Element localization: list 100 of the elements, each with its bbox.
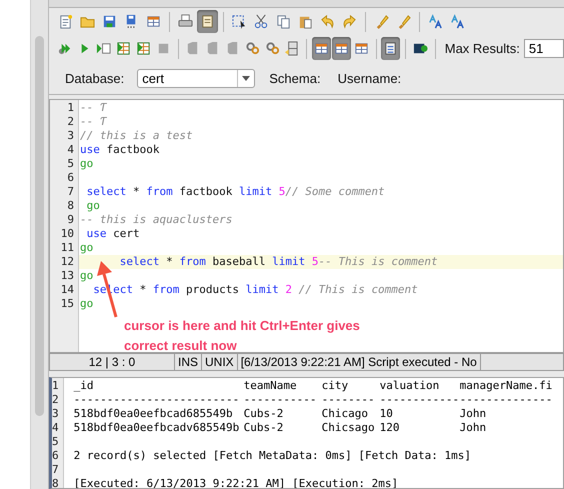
cabinet-icon (284, 41, 300, 56)
toolbar-button[interactable] (197, 10, 218, 33)
code-token: 5 (278, 185, 286, 198)
result-cell-text: -------------- (460, 393, 554, 407)
code-token: * (132, 185, 141, 198)
line-number: 4 (66, 143, 75, 157)
username-label: Username: (338, 70, 402, 86)
redo-icon (342, 14, 357, 29)
line-number: 6 (52, 449, 60, 463)
cursor-position: 12 | 3 : 0 (50, 354, 175, 370)
line-number: 15 (60, 297, 75, 311)
line-number: 10 (60, 227, 75, 241)
result-cell-text: 10 (380, 407, 394, 421)
line-number: 5 (52, 435, 60, 449)
run-file-icon (96, 41, 112, 56)
font-icon (450, 14, 465, 29)
code-token: from (152, 283, 180, 296)
result-cell-text: John (460, 421, 488, 435)
line-number: 12 (60, 255, 75, 269)
code-token: cert (112, 227, 140, 240)
code-token: limit (246, 283, 279, 296)
code-token: factbook (178, 185, 234, 198)
result-cell-text: valuation (380, 379, 440, 393)
brush-icon (374, 14, 389, 29)
code-token: limit (238, 185, 272, 198)
run-all-icon (56, 41, 72, 56)
brush-icon (396, 14, 411, 29)
scissors-icon (254, 14, 269, 29)
code-token: limit (272, 255, 306, 268)
table-icon (146, 14, 161, 29)
result-cell-text: 120 (380, 421, 400, 435)
code-token: select (86, 185, 126, 198)
line-number: 13 (60, 269, 75, 283)
result-cell-text: teamName (244, 379, 298, 393)
table-icon (334, 41, 349, 56)
document-icon (200, 14, 215, 29)
printer-icon (178, 14, 193, 29)
line-number: 2 (66, 115, 75, 129)
line-number: 8 (52, 477, 60, 488)
database-dropdown[interactable]: cert (137, 68, 256, 88)
code-token: -- Ƭ (80, 115, 106, 128)
result-cell-text: -------- (322, 393, 376, 407)
result-cell: ------------ (380, 393, 460, 407)
line-number: 6 (66, 171, 75, 185)
line-number: 2 (52, 393, 60, 407)
copy-icon (276, 14, 291, 29)
code-token: // Some comment (285, 185, 385, 198)
code-editor[interactable] (49, 99, 564, 353)
result-cell-text: ----------- (244, 393, 318, 407)
grid-icon (136, 41, 152, 56)
toolbar-button[interactable] (332, 37, 351, 60)
database-label: Database: (65, 70, 124, 86)
result-cell-text: 518bdf0ea0eefbcadv685549b (74, 421, 240, 435)
code-token: from (146, 185, 173, 198)
schema-label: Schema: (269, 70, 321, 86)
code-token: baseball (211, 255, 266, 268)
code-token: use (80, 143, 100, 156)
result-cell-text: ------------------------- (74, 393, 240, 407)
toolbar-button[interactable] (312, 37, 331, 60)
result-cell-text: Chicsago (322, 421, 376, 435)
code-token: // This is comment (298, 283, 418, 296)
gears-icon (244, 41, 260, 56)
line-number: 3 (66, 129, 75, 143)
line-number: 7 (52, 463, 60, 477)
code-token: go (80, 269, 94, 282)
line-number: 4 (52, 421, 60, 435)
caret-icon (242, 76, 250, 80)
line-number: 1 (66, 101, 75, 115)
code-token: -- this is aquaclusters (80, 213, 232, 226)
code-token: // this is a test (80, 129, 193, 142)
code-token: go (80, 297, 94, 310)
save-icon (102, 14, 117, 29)
annotation-text: cursor is here and hit Ctrl+Enter gives (124, 317, 360, 335)
status-message: [6/13/2013 9:22:21 AM] Script executed - No (238, 354, 481, 370)
line-number: 14 (60, 283, 75, 297)
code-token: -- This is comment (318, 255, 438, 268)
gears-icon (264, 41, 280, 56)
result-cell-text: Chicago (322, 407, 369, 421)
line-number: 9 (66, 213, 75, 227)
code-token: 5 (310, 255, 318, 268)
line-number: 1 (52, 379, 60, 393)
code-token: from (179, 255, 206, 268)
max-results-field[interactable]: 51 (524, 39, 564, 58)
result-cell-text: Cubs-2 (244, 421, 284, 435)
result-cell-text: Cubs-2 (244, 407, 284, 421)
code-token: -- Ƭ (80, 101, 106, 114)
result-cell-text: 518bdf0ea0eefbcad685549b (74, 407, 234, 421)
code-token: select (118, 255, 160, 268)
toolbar-button[interactable] (381, 37, 400, 60)
code-token: factbook (105, 143, 160, 156)
insert-mode: INS (175, 354, 202, 370)
code-token: * (165, 255, 174, 268)
line-number: 3 (52, 407, 60, 421)
result-cell-text: managerName.fi (460, 379, 554, 393)
code-token: 2 (284, 283, 292, 296)
terminal-icon (412, 41, 428, 56)
grid-icon (116, 41, 132, 56)
line-number: 7 (66, 185, 75, 199)
max-results-label: Max Results: (444, 41, 520, 56)
scrollbar[interactable] (30, 0, 48, 489)
